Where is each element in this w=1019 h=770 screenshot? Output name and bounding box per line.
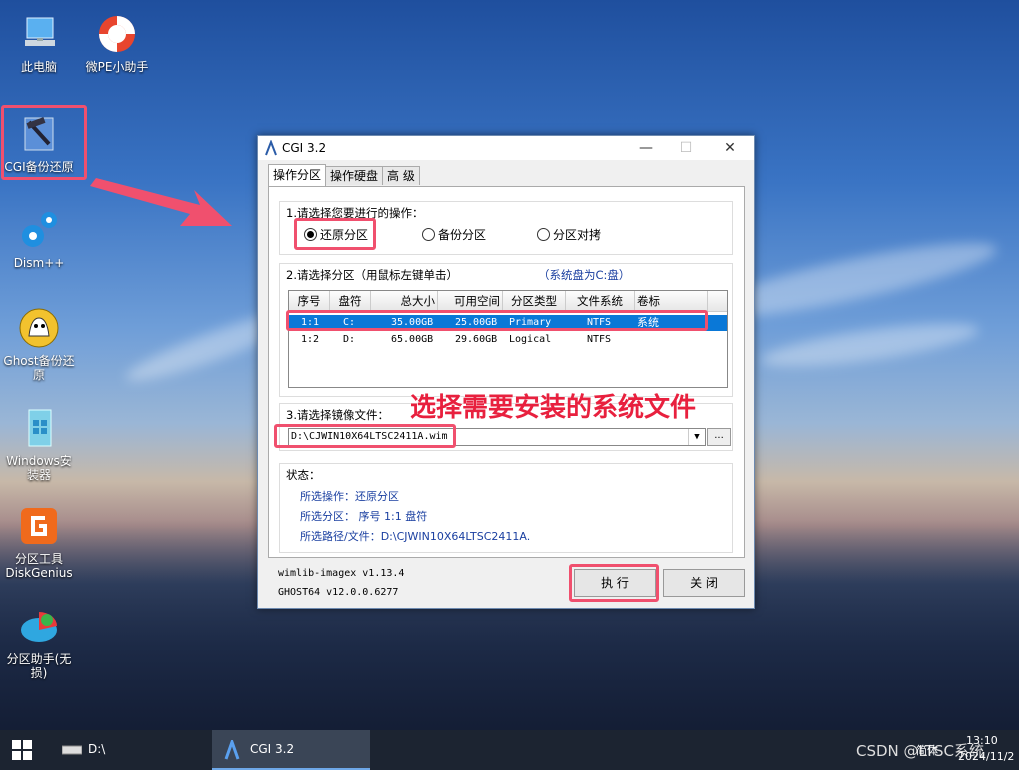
- cell-drive: D:: [343, 334, 356, 345]
- partition-caption: 2.请选择分区（用鼠标左键单击）: [286, 268, 458, 282]
- column-header[interactable]: 卷标: [635, 291, 708, 311]
- wimlib-version: wimlib-imagex v1.13.4: [278, 568, 405, 579]
- window-title: CGI 3.2: [282, 141, 327, 155]
- ghost-version: GHOST64 v12.0.0.6277: [278, 587, 399, 598]
- status-caption: 状态：: [286, 468, 321, 482]
- column-header[interactable]: 可用空间: [438, 291, 503, 311]
- radio-dot: [422, 228, 435, 241]
- radio-backup[interactable]: 备份分区: [422, 226, 486, 243]
- column-header[interactable]: 文件系统: [566, 291, 635, 311]
- cgi-window: CGI 3.2 — ☐ ✕ 操作分区 操作硬盘 高 级 1.请选择您要进行的操作…: [257, 135, 755, 609]
- tab-panel: 1.请选择您要进行的操作： 还原分区 备份分区 分区对拷 2.请选择分区（用鼠标…: [268, 186, 745, 558]
- close-icon[interactable]: ✕: [710, 136, 750, 160]
- column-header[interactable]: 盘符: [330, 291, 371, 311]
- column-header[interactable]: 分区类型: [503, 291, 566, 311]
- column-header[interactable]: 序号: [289, 291, 330, 311]
- status-path: 所选路径/文件：D:\CJWIN10X64LTSC2411A.: [300, 530, 531, 543]
- execute-highlight: [569, 564, 659, 602]
- windows-start-icon[interactable]: [12, 740, 32, 763]
- cgi-icon: [264, 139, 278, 156]
- taskbar-app-cgi[interactable]: CGI 3.2: [212, 730, 370, 770]
- column-header[interactable]: 总大小: [371, 291, 438, 311]
- clock-date[interactable]: 2024/11/2: [958, 750, 1014, 763]
- radio-copy[interactable]: 分区对拷: [537, 226, 601, 243]
- drive-icon: [61, 744, 83, 759]
- arrow-to-window: [90, 178, 232, 226]
- cell-idx: 1:2: [301, 334, 320, 345]
- row-highlight: [286, 310, 708, 331]
- minimize-icon[interactable]: —: [626, 136, 666, 160]
- cell-type: Logical: [509, 334, 552, 345]
- partition-list[interactable]: 序号 盘符 总大小 可用空间 分区类型 文件系统 卷标 1:1 C: 35.00…: [288, 290, 728, 388]
- maximize-icon: ☐: [679, 140, 693, 156]
- tab-partition[interactable]: 操作分区: [268, 164, 327, 186]
- operation-group: 1.请选择您要进行的操作： 还原分区 备份分区 分区对拷: [279, 201, 733, 255]
- close-button[interactable]: 关 闭: [663, 569, 745, 597]
- title-bar[interactable]: CGI 3.2 — ☐ ✕: [258, 136, 754, 160]
- table-row[interactable]: 1:2 D: 65.00GB 29.60GB Logical NTFS: [289, 332, 727, 348]
- status-partition: 所选分区： 序号 1:1 盘符: [300, 510, 428, 523]
- radio-dot: [537, 228, 550, 241]
- list-header: 序号 盘符 总大小 可用空间 分区类型 文件系统 卷标: [289, 291, 727, 312]
- ime-label[interactable]: 简体: [916, 742, 938, 758]
- status-operation: 所选操作：还原分区: [300, 490, 399, 503]
- taskbar: D:\ CGI 3.2 CSDN @LTSC系统 简体 13:10 2024/1…: [0, 730, 1019, 770]
- annotation-label: 选择需要安装的系统文件: [410, 393, 697, 423]
- tab-strip: 操作分区 操作硬盘 高 级: [268, 164, 420, 186]
- taskbar-drive[interactable]: D:\: [88, 742, 105, 756]
- clock-time[interactable]: 13:10: [966, 734, 998, 747]
- tab-disk[interactable]: 操作硬盘: [325, 166, 384, 185]
- browse-button[interactable]: ...: [707, 428, 731, 446]
- tab-advanced[interactable]: 高 级: [382, 166, 420, 185]
- image-highlight: [274, 424, 456, 448]
- restore-highlight: [294, 218, 376, 250]
- cell-total: 65.00GB: [391, 334, 434, 345]
- partition-group: 2.请选择分区（用鼠标左键单击） （系统盘为C:盘） 序号 盘符 总大小 可用空…: [279, 263, 733, 397]
- cgi-icon: [224, 737, 240, 763]
- cell-fs: NTFS: [587, 334, 612, 345]
- status-group: 状态： 所选操作：还原分区 所选分区： 序号 1:1 盘符 所选路径/文件：D:…: [279, 463, 733, 553]
- image-caption: 3.请选择镜像文件：: [286, 408, 389, 422]
- radio-label: 备份分区: [438, 228, 487, 242]
- system-drive-hint: （系统盘为C:盘）: [538, 268, 631, 282]
- cell-free: 29.60GB: [455, 334, 498, 345]
- taskbar-app-label: CGI 3.2: [250, 742, 295, 756]
- radio-label: 分区对拷: [553, 228, 602, 242]
- chevron-down-icon[interactable]: ▼: [688, 429, 705, 445]
